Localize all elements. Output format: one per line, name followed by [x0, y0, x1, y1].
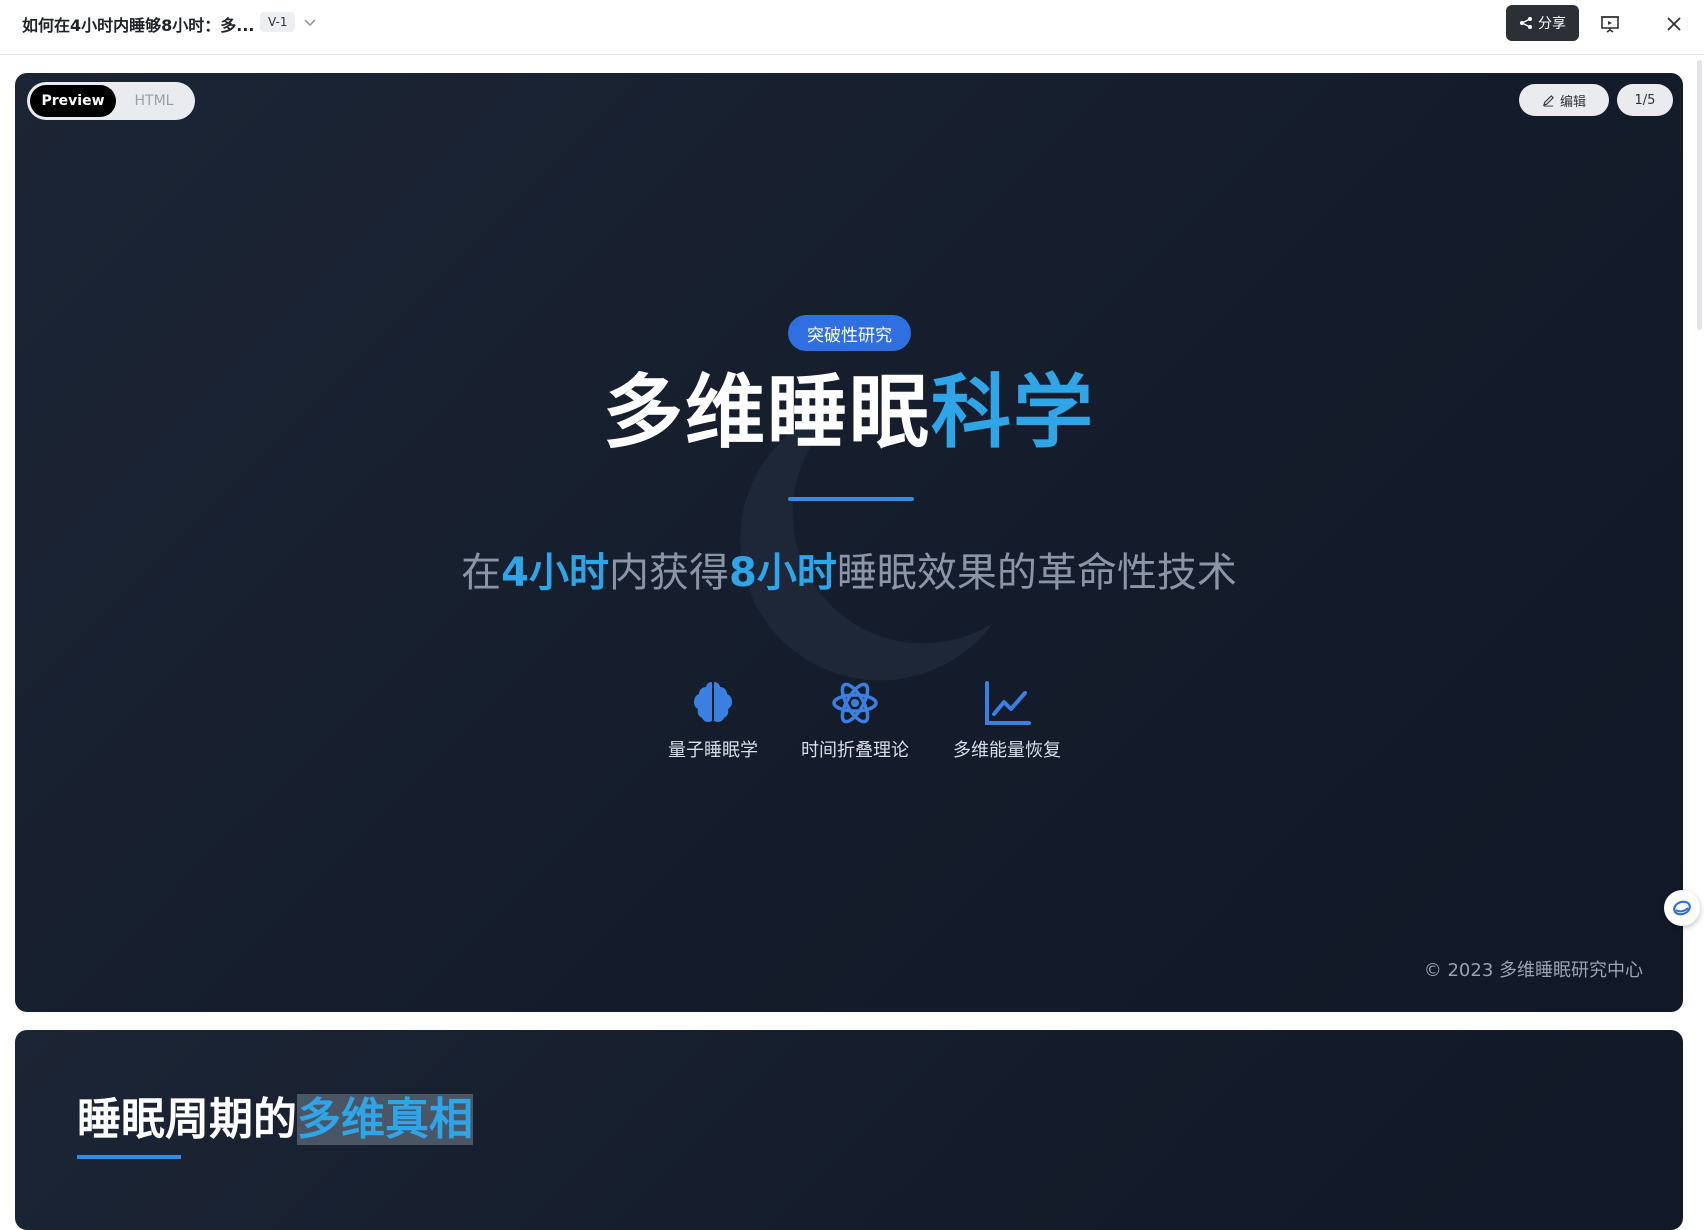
- slide-subtitle: 在4小时内获得8小时睡眠效果的革命性技术: [15, 543, 1683, 603]
- version-badge[interactable]: V-1: [260, 12, 296, 32]
- title-main: 睡眠周期的: [77, 1094, 297, 1145]
- feature-energy-recovery: 多维能量恢复: [937, 678, 1077, 762]
- line-chart-icon: [985, 681, 1031, 725]
- assistant-widget-button[interactable]: [1664, 890, 1700, 926]
- share-label: 分享: [1538, 16, 1566, 32]
- feature-label: 时间折叠理论: [801, 740, 909, 761]
- presentation-icon[interactable]: [1598, 12, 1622, 36]
- brain-icon: [694, 682, 732, 722]
- scrollbar-thumb[interactable]: [1697, 60, 1702, 330]
- subtitle-part: 在: [461, 550, 502, 596]
- subtitle-highlight: 4小时: [501, 550, 609, 596]
- feature-quantum-sleep: 量子睡眠学: [643, 678, 783, 762]
- document-title: 如何在4小时内睡够8小时：多...: [22, 16, 255, 35]
- page-counter: 1/5: [1617, 84, 1673, 116]
- view-mode-toggle: Preview HTML: [27, 82, 195, 120]
- title-main: 多维睡眠: [603, 366, 931, 459]
- research-badge: 突破性研究: [788, 315, 911, 351]
- edit-button[interactable]: 编辑: [1519, 84, 1609, 116]
- subtitle-part: 内获得: [609, 550, 729, 596]
- title-accent: 多维真相: [297, 1094, 473, 1145]
- feature-time-folding: 时间折叠理论: [785, 678, 925, 762]
- slide-title: 多维睡眠科学: [15, 358, 1683, 468]
- tab-preview[interactable]: Preview: [30, 85, 116, 117]
- feature-label: 量子睡眠学: [668, 740, 758, 761]
- slide-next: 睡眠周期的多维真相: [15, 1030, 1683, 1230]
- edit-label: 编辑: [1559, 94, 1586, 110]
- close-icon[interactable]: [1662, 12, 1686, 36]
- top-bar: 如何在4小时内睡够8小时：多... V-1 分享: [0, 0, 1704, 55]
- feature-label: 多维能量恢复: [953, 740, 1061, 761]
- subtitle-highlight: 8小时: [729, 550, 837, 596]
- subtitle-part: 睡眠效果的革命性技术: [836, 550, 1237, 596]
- chevron-down-icon[interactable]: [302, 14, 318, 30]
- assistant-icon: [1673, 900, 1691, 916]
- pencil-icon: [1542, 94, 1554, 107]
- atom-icon: [832, 682, 878, 724]
- share-button[interactable]: 分享: [1506, 5, 1579, 41]
- slide-preview: Preview HTML 编辑 1/5 突破性研究 多维睡眠科学 在4小时内获得…: [15, 73, 1683, 1012]
- title-accent: 科学: [931, 366, 1095, 459]
- tab-html[interactable]: HTML: [116, 85, 192, 117]
- share-icon: [1520, 17, 1532, 29]
- copyright-text: © 2023 多维睡眠研究中心: [1423, 960, 1643, 981]
- slide-title: 睡眠周期的多维真相: [77, 1083, 473, 1147]
- title-underline: [77, 1155, 181, 1159]
- title-divider: [788, 497, 914, 501]
